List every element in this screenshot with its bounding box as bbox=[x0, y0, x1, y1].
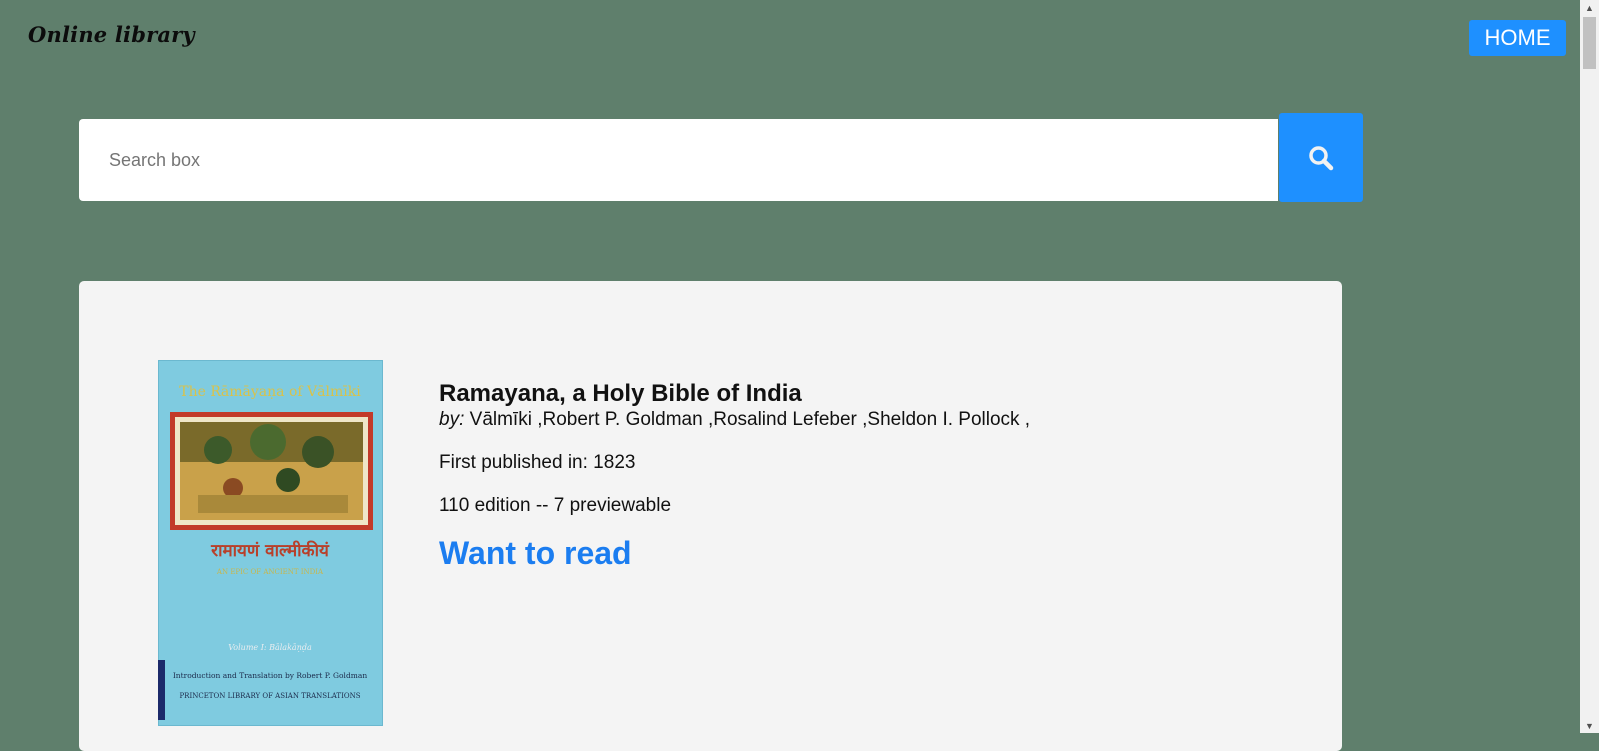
home-button[interactable]: HOME bbox=[1469, 20, 1566, 56]
edition-count: 110 edition -- 7 previewable bbox=[439, 495, 672, 516]
site-brand[interactable]: Online library bbox=[28, 22, 195, 47]
scroll-up-arrow-icon[interactable]: ▲ bbox=[1580, 0, 1599, 15]
first-published: First published in: 1823 bbox=[439, 452, 636, 473]
cover-volume: Volume I: Bālakāṇḍa bbox=[228, 643, 312, 652]
cover-intro: Introduction and Translation by Robert P… bbox=[173, 671, 368, 680]
book-cover-image[interactable]: The Rāmāyaṇa of Vālmīki रामायणं वाल्मीकी… bbox=[158, 360, 383, 726]
book-info: Ramayana, a Holy Bible of India by: Vālm… bbox=[439, 380, 1030, 572]
scrollbar-thumb[interactable] bbox=[1583, 17, 1596, 69]
vertical-scrollbar[interactable]: ▲ ▼ bbox=[1580, 0, 1599, 733]
cover-top-title: The Rāmāyaṇa of Vālmīki bbox=[179, 384, 361, 400]
by-label: by: bbox=[439, 409, 465, 430]
author-list: Vālmīki ,Robert P. Goldman ,Rosalind Lef… bbox=[469, 409, 1031, 430]
book-title[interactable]: Ramayana, a Holy Bible of India bbox=[439, 380, 1030, 408]
cover-series: PRINCETON LIBRARY OF ASIAN TRANSLATIONS bbox=[179, 692, 360, 700]
cover-devanagari-title: रामायणं वाल्मीकीयं bbox=[210, 540, 330, 561]
book-authors: by: Vālmīki ,Robert P. Goldman ,Rosalind… bbox=[439, 408, 1030, 432]
scroll-down-arrow-icon[interactable]: ▼ bbox=[1580, 718, 1599, 733]
search-icon bbox=[1309, 145, 1334, 170]
book-card: The Rāmāyaṇa of Vālmīki रामायणं वाल्मीकी… bbox=[79, 281, 1342, 751]
search-input[interactable] bbox=[79, 119, 1278, 201]
want-to-read-link[interactable]: Want to read bbox=[439, 534, 632, 572]
search-button[interactable] bbox=[1279, 113, 1363, 202]
cover-subtitle: AN EPIC OF ANCIENT INDIA bbox=[216, 568, 324, 576]
